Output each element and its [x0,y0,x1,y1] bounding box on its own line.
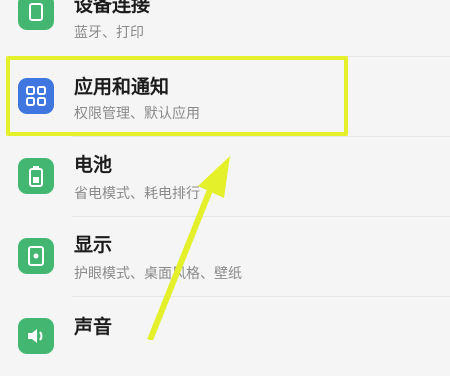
annotation-arrow [147,156,230,340]
